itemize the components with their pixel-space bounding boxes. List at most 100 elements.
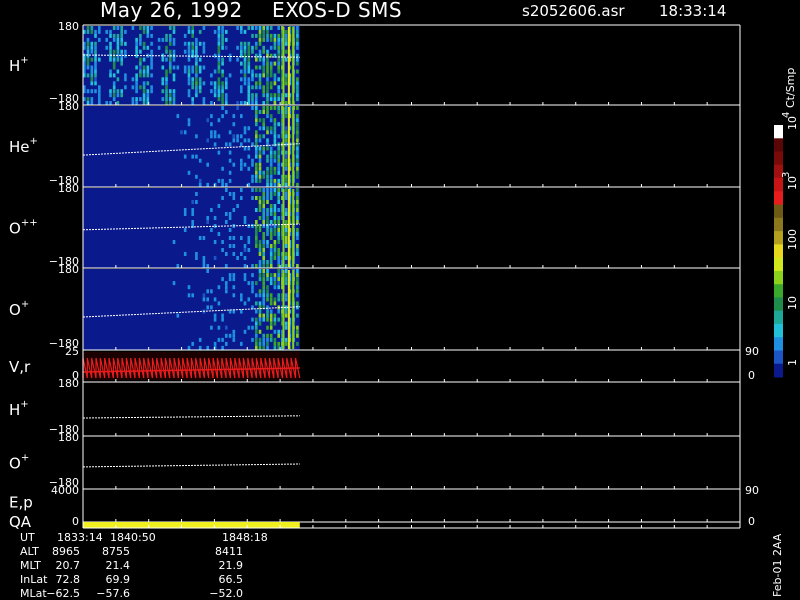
spectrogram-cell	[273, 232, 277, 236]
spectrogram-cell	[262, 29, 265, 34]
spectrogram-cell	[217, 26, 221, 30]
spectrogram-cell	[247, 65, 251, 70]
spectrogram-cell	[262, 33, 265, 38]
spectrogram-cell	[202, 65, 206, 70]
spectrogram-cell	[243, 130, 247, 135]
spectrogram-cell	[116, 26, 120, 30]
spectrogram-cell	[266, 208, 269, 212]
spectrogram-cell	[255, 154, 258, 159]
spectrogram-cell	[277, 277, 280, 282]
spectrogram-cell	[210, 81, 213, 86]
spectrogram-cell	[112, 73, 116, 78]
panel-label: H+	[9, 55, 29, 75]
spectrogram-cell	[277, 57, 280, 62]
exos-d-sms-plot: May 26, 1992 EXOS-D SMS s2052606.asr 18:…	[9, 0, 799, 600]
spectrogram-cell	[191, 81, 194, 86]
spectrogram-cell	[172, 97, 176, 102]
spectrogram-band	[292, 189, 295, 267]
spectrogram-cell	[273, 220, 277, 224]
spectrogram-cell	[258, 313, 262, 318]
spectrogram-cell	[98, 37, 101, 42]
colorbar-exponent-label: 4	[781, 112, 792, 118]
spectrogram-cell	[217, 37, 221, 42]
spectrogram-cell	[277, 65, 280, 70]
spectrogram-cell	[284, 166, 288, 171]
colorbar-swatch	[774, 257, 783, 272]
colorbar-swatch	[774, 217, 783, 232]
spectrogram-cell	[277, 317, 280, 322]
spectrogram-cell	[255, 329, 258, 334]
spectrogram-cell	[217, 77, 221, 82]
spectrogram-cell	[213, 240, 217, 244]
table-cell: 72.8	[56, 573, 81, 586]
spectrogram-cell	[90, 97, 94, 102]
spectrogram-cell	[191, 341, 194, 346]
colorbar-swatch	[774, 178, 783, 192]
spectrogram-cell	[284, 106, 288, 110]
spectrogram-cell	[172, 26, 176, 30]
spectrogram-cell	[98, 89, 101, 94]
spectrogram-cell	[94, 33, 97, 38]
spectrogram-cell	[277, 110, 280, 114]
spectrogram-cell	[206, 216, 209, 220]
spectrogram-cell	[273, 33, 277, 38]
spectrogram-cell	[176, 114, 180, 119]
spectrogram-cell	[296, 188, 299, 192]
spectrogram-cell	[296, 118, 299, 123]
spectrogram-cell	[206, 182, 209, 187]
spectrogram-cell	[277, 61, 280, 66]
spectrogram-cell	[109, 73, 112, 78]
spectrogram-cell	[243, 45, 247, 50]
spectrogram-cell	[266, 260, 269, 264]
spectrogram-cell	[258, 269, 262, 273]
spectrogram-cell	[269, 33, 273, 38]
spectrogram-cell	[195, 61, 198, 66]
spectrogram-cell	[269, 301, 273, 306]
spectrogram-cell	[195, 49, 198, 54]
spectrogram-cell	[296, 93, 299, 98]
spectrogram-cell	[269, 337, 273, 342]
spectrogram-cell	[124, 85, 127, 90]
spectrogram-cell	[266, 174, 269, 179]
spectrogram-cell	[94, 65, 97, 70]
spectrogram-cell	[191, 45, 194, 50]
spectrogram-cell	[98, 57, 101, 62]
spectrogram-cell	[221, 106, 224, 110]
spectrogram-cell	[269, 228, 273, 232]
spectrogram-cell	[262, 69, 265, 74]
spectrogram-cell	[284, 341, 288, 346]
spectrogram-cell	[183, 69, 187, 74]
spectrogram-cell	[210, 130, 213, 135]
spectrogram-cell	[135, 45, 138, 50]
spectrogram-cell	[284, 293, 288, 298]
spectrogram-cell	[266, 232, 269, 236]
spectrogram-cell	[284, 309, 288, 314]
spectrogram-cell	[266, 126, 269, 131]
spectrogram-cell	[258, 273, 262, 278]
spectrogram-cell	[258, 345, 262, 350]
spectrogram-cell	[187, 93, 191, 98]
spectrogram-cell	[277, 252, 280, 256]
spectrogram-cell	[269, 130, 273, 135]
spectrogram-cell	[240, 341, 243, 346]
spectrogram-cell	[142, 73, 146, 78]
spectrogram-cell	[195, 45, 198, 50]
spectrogram-cell	[258, 200, 262, 204]
spectrogram-cell	[172, 57, 176, 62]
spectrogram-cell	[247, 248, 251, 252]
axis-ymax-label: 180	[58, 263, 79, 276]
spectrogram-cell	[266, 305, 269, 310]
spectrogram-cell	[150, 85, 153, 90]
spectrogram-cell	[258, 49, 262, 54]
spectrogram-cell	[195, 89, 198, 94]
spectrogram-cell	[240, 114, 243, 119]
spectrogram-cell	[262, 317, 265, 322]
spectrogram-cell	[284, 37, 288, 42]
spectrogram-cell	[255, 33, 258, 38]
spectrogram-cell	[277, 37, 280, 42]
spectrogram-cell	[273, 142, 277, 147]
spectrogram-cell	[240, 45, 243, 50]
spectrogram-cell	[232, 196, 236, 200]
spectrogram-cell	[251, 69, 254, 74]
spectrogram-cell	[225, 182, 228, 187]
